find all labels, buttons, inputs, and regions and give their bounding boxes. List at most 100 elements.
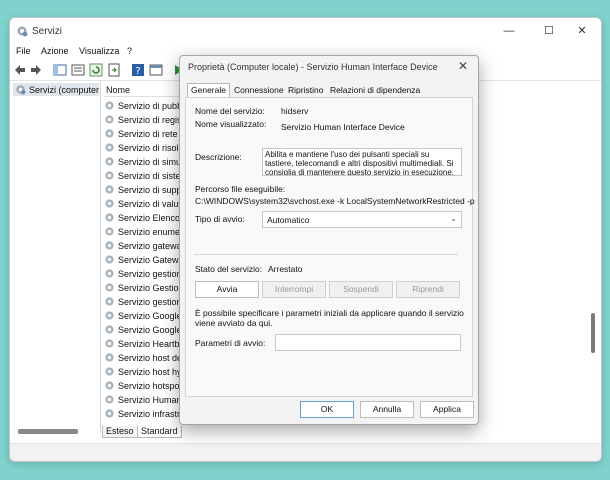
exe-path-value: C:\WINDOWS\system32\svchost.exe -k Local… — [195, 196, 475, 206]
services-gear-icon — [16, 85, 26, 95]
service-gear-icon — [105, 227, 114, 236]
tab-general[interactable]: Generale — [187, 83, 230, 98]
service-gear-icon — [105, 255, 114, 264]
list-scrollbar[interactable] — [591, 313, 595, 353]
list-item[interactable]: Servizio host del — [104, 351, 190, 365]
menu-help[interactable]: ? — [127, 46, 132, 56]
service-gear-icon — [105, 381, 114, 390]
list-item[interactable]: Servizio di valuta — [104, 197, 190, 211]
tree-scrollbar[interactable] — [18, 429, 78, 434]
exe-path-label: Percorso file eseguibile: — [195, 184, 286, 194]
service-gear-icon — [105, 353, 114, 362]
export-list-icon[interactable] — [107, 63, 121, 77]
display-name-value: Servizio Human Interface Device — [281, 122, 405, 132]
list-item[interactable]: Servizio Gestione — [104, 281, 190, 295]
tab-standard[interactable]: Standard — [137, 426, 182, 438]
list-item[interactable]: Servizio enumer — [104, 225, 190, 239]
description-label: Descrizione: — [195, 152, 242, 162]
list-item[interactable]: Servizio di suppo — [104, 183, 190, 197]
list-item[interactable]: Servizio Human — [104, 393, 190, 407]
apply-button[interactable]: Applica — [420, 401, 474, 418]
stop-button[interactable]: Interrompi — [262, 281, 326, 298]
pause-button[interactable]: Sospendi — [329, 281, 393, 298]
list-item[interactable]: Servizio Elenco r — [104, 211, 190, 225]
title-bar[interactable]: Servizi — ☐ ✕ — [10, 18, 601, 44]
help-icon[interactable]: ? — [131, 63, 145, 77]
list-item[interactable]: Servizio gateway — [104, 239, 190, 253]
general-panel: Nome del servizio: hidserv Nome visualiz… — [185, 97, 475, 397]
tab-dependencies[interactable]: Relazioni di dipendenza — [327, 84, 423, 96]
services-gear-icon — [17, 26, 28, 37]
resume-button[interactable]: Riprendi — [396, 281, 460, 298]
dialog-title: Proprietà (Computer locale) - Servizio H… — [188, 62, 438, 72]
list-item[interactable]: Servizio Heartbe — [104, 337, 190, 351]
back-arrow-icon[interactable] — [13, 63, 27, 77]
list-item[interactable]: Servizio Gateway — [104, 253, 190, 267]
menu-view[interactable]: Visualizza — [79, 46, 119, 56]
startup-type-select[interactable]: Automatico ⌄ — [262, 211, 462, 228]
service-name-label: Nome del servizio: — [195, 106, 265, 116]
service-properties-dialog: Proprietà (Computer locale) - Servizio H… — [179, 55, 479, 425]
show-hide-icon[interactable] — [149, 63, 163, 77]
startup-type-label: Tipo di avvio: — [195, 214, 245, 224]
start-params-input[interactable] — [275, 334, 461, 351]
ok-button[interactable]: OK — [300, 401, 354, 418]
start-params-label: Parametri di avvio: — [195, 338, 266, 348]
cancel-button[interactable]: Annulla — [360, 401, 414, 418]
list-item[interactable]: Servizio di rete X — [104, 127, 190, 141]
list-item[interactable]: Servizio di simul — [104, 155, 190, 169]
list-item[interactable]: Servizio host hy — [104, 365, 190, 379]
list-item[interactable]: Servizio di regist — [104, 113, 190, 127]
refresh-icon[interactable] — [89, 63, 103, 77]
service-gear-icon — [105, 199, 114, 208]
status-bar — [10, 443, 601, 461]
list-item[interactable]: Servizio gestione — [104, 295, 190, 309]
service-gear-icon — [105, 297, 114, 306]
service-gear-icon — [105, 367, 114, 376]
menu-file[interactable]: File — [16, 46, 31, 56]
list-item[interactable]: Servizio hotspot — [104, 379, 190, 393]
maximize-button[interactable]: ☐ — [534, 22, 564, 40]
tree-node-label: Servizi (computer l — [29, 85, 99, 95]
service-gear-icon — [105, 185, 114, 194]
list-item[interactable]: Servizio di pubbl — [104, 99, 190, 113]
list-item[interactable]: Servizio Google — [104, 323, 190, 337]
start-button[interactable]: Avvia — [195, 281, 259, 298]
dialog-tabs: Generale Connessione Ripristino Relazion… — [185, 83, 473, 98]
service-status-value: Arrestato — [268, 264, 303, 274]
list-item[interactable]: Servizio gestione — [104, 267, 190, 281]
tab-recovery[interactable]: Ripristino — [285, 84, 326, 96]
properties-list-icon[interactable] — [71, 63, 85, 77]
column-header-label: Nome — [106, 85, 131, 95]
separator — [194, 254, 458, 255]
tab-connection[interactable]: Connessione — [231, 84, 287, 96]
list-item[interactable]: Servizio Google — [104, 309, 190, 323]
close-button[interactable]: ✕ — [567, 22, 597, 40]
window-title: Servizi — [32, 26, 63, 37]
display-name-label: Nome visualizzato: — [195, 119, 267, 129]
list-item[interactable]: Servizio di sisten — [104, 169, 190, 183]
tab-extended[interactable]: Esteso — [102, 426, 138, 438]
list-item[interactable]: Servizio di risolu — [104, 141, 190, 155]
service-gear-icon — [105, 129, 114, 138]
service-gear-icon — [105, 143, 114, 152]
service-gear-icon — [105, 325, 114, 334]
description-box[interactable]: Abilita e mantiene l'uso dei pulsanti sp… — [262, 148, 462, 176]
menu-action[interactable]: Azione — [41, 46, 69, 56]
service-status-label: Stato del servizio: — [195, 264, 263, 274]
service-gear-icon — [105, 269, 114, 278]
service-gear-icon — [105, 409, 114, 418]
service-gear-icon — [105, 339, 114, 348]
column-header-name[interactable]: Nome — [104, 83, 184, 97]
tree-node-services[interactable]: Servizi (computer l — [13, 83, 99, 96]
dialog-close-button[interactable]: ✕ — [458, 59, 468, 73]
service-gear-icon — [105, 283, 114, 292]
minimize-button[interactable]: — — [494, 22, 524, 40]
service-gear-icon — [105, 213, 114, 222]
start-params-note: È possibile specificare i parametri iniz… — [195, 308, 464, 328]
forward-arrow-icon[interactable] — [29, 63, 43, 77]
console-tree-icon[interactable] — [53, 63, 67, 77]
list-item[interactable]: Servizio infrastr — [104, 407, 190, 421]
service-gear-icon — [105, 395, 114, 404]
startup-type-value: Automatico — [267, 215, 310, 225]
